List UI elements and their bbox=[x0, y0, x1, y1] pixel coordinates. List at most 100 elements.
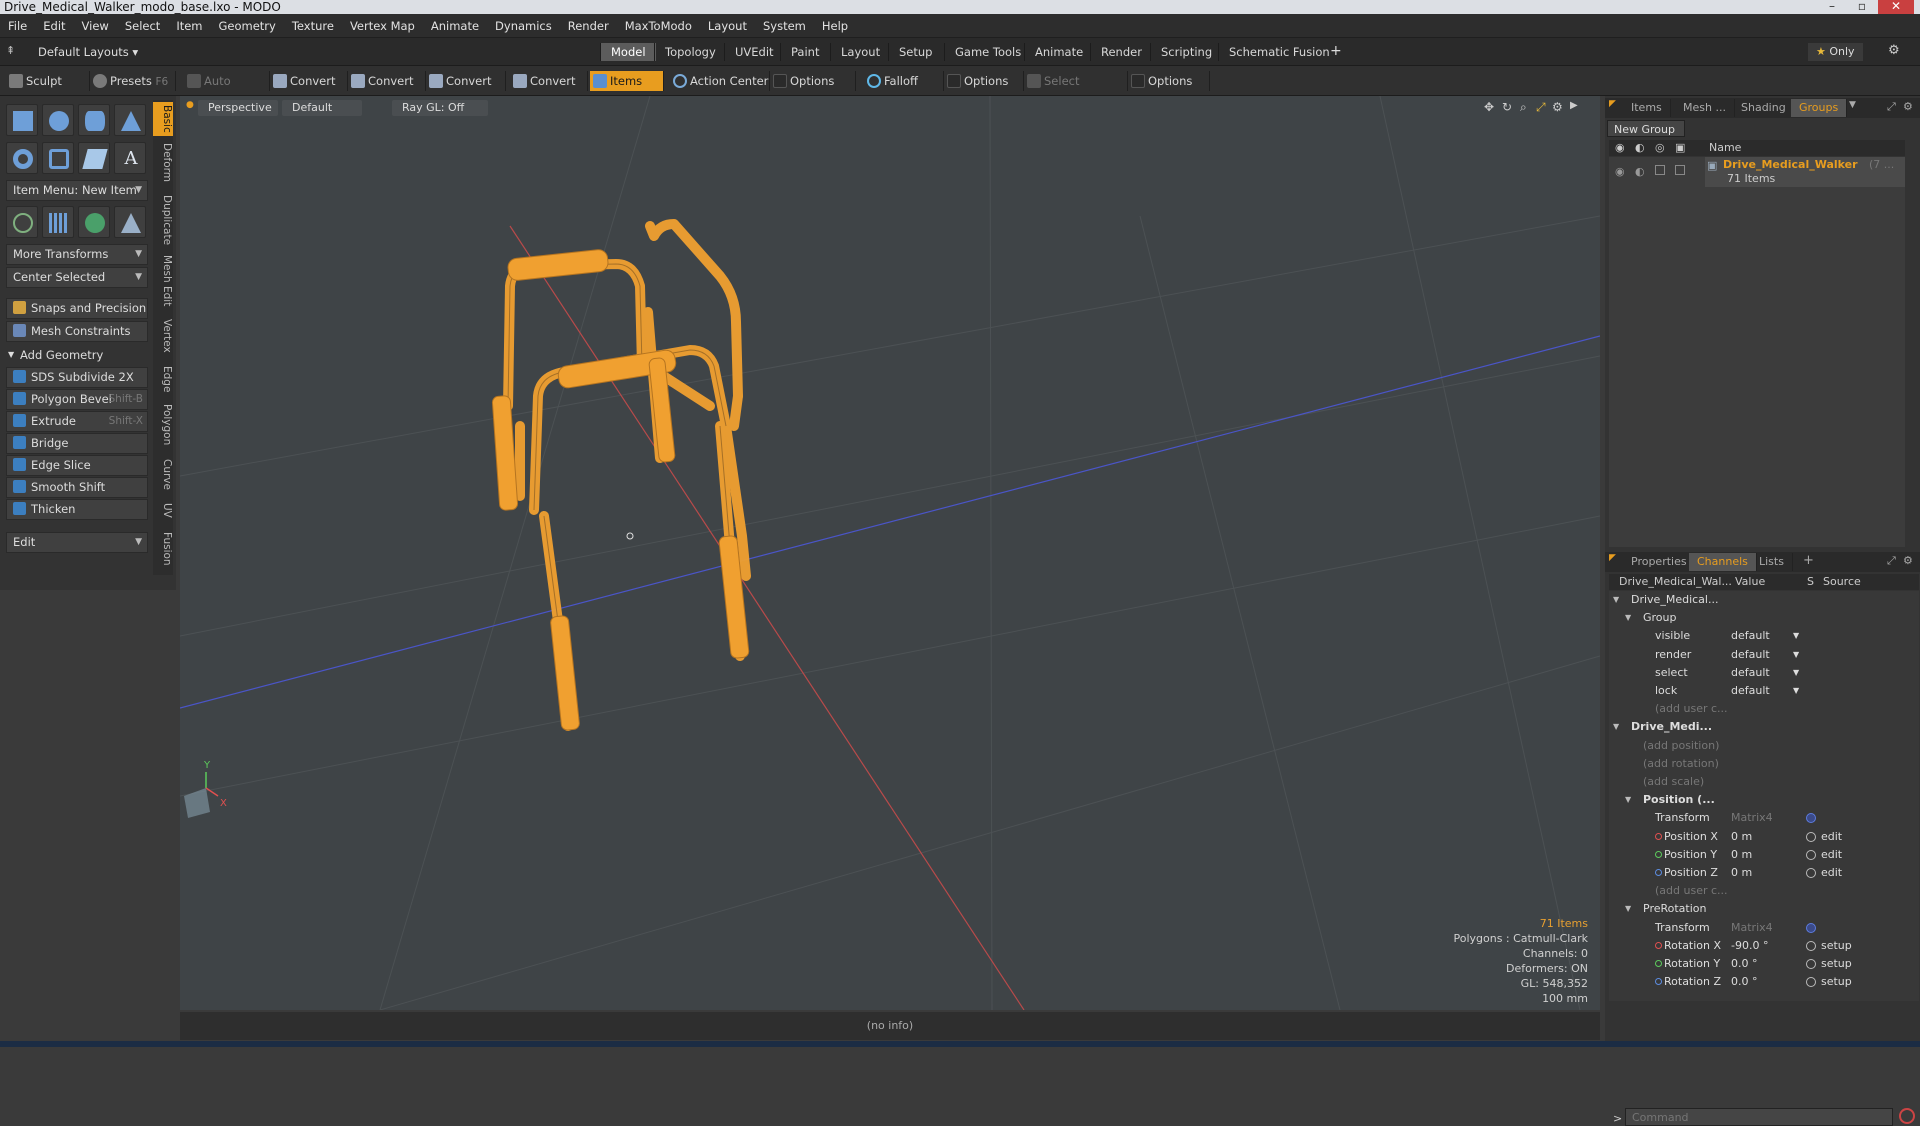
eye-icon[interactable]: ◉ bbox=[1615, 140, 1625, 156]
panel-settings-icon[interactable]: ⚙ bbox=[1903, 554, 1913, 567]
center-selected-dropdown[interactable]: Center Selected ▼ bbox=[6, 267, 148, 288]
row-select-checkbox[interactable] bbox=[1655, 165, 1665, 175]
menu-view[interactable]: View bbox=[74, 14, 117, 38]
cylinder-tool-button[interactable] bbox=[78, 104, 110, 136]
tab-mesh[interactable]: Mesh ... bbox=[1675, 99, 1735, 117]
options-button-1[interactable]: Options bbox=[770, 71, 856, 91]
channel-row[interactable]: (add user c... bbox=[1609, 882, 1919, 900]
side-tab-deform[interactable]: Deform bbox=[153, 142, 173, 184]
falloff-button[interactable]: Falloff bbox=[864, 71, 944, 91]
command-input[interactable] bbox=[1625, 1108, 1893, 1126]
maximize-icon[interactable]: ▫ bbox=[1848, 0, 1876, 14]
render-icon[interactable]: ◐ bbox=[1635, 140, 1645, 156]
grid-tool-button[interactable] bbox=[42, 206, 74, 238]
convert-button-3[interactable]: Convert bbox=[426, 71, 506, 91]
tab-properties[interactable]: Properties bbox=[1623, 553, 1696, 571]
triangle-down-icon[interactable]: ▼ bbox=[1625, 900, 1631, 918]
tab-model[interactable]: Model bbox=[600, 43, 656, 61]
state-indicator-icon[interactable] bbox=[1806, 868, 1816, 878]
close-icon[interactable]: ✕ bbox=[1878, 0, 1914, 14]
state-indicator-icon[interactable] bbox=[1806, 922, 1816, 933]
menu-layout[interactable]: Layout bbox=[700, 14, 755, 38]
channel-value[interactable]: default bbox=[1731, 664, 1770, 682]
chevron-down-icon[interactable]: ▼ bbox=[1793, 627, 1799, 645]
menu-texture[interactable]: Texture bbox=[284, 14, 342, 38]
row-render-icon[interactable]: ◐ bbox=[1635, 165, 1645, 178]
pen-tool-button[interactable] bbox=[78, 142, 110, 174]
menu-help[interactable]: Help bbox=[814, 14, 856, 38]
edge-slice-button[interactable]: Edge Slice bbox=[6, 455, 148, 476]
chevron-down-icon[interactable]: ▼ bbox=[1793, 646, 1799, 664]
tab-channels[interactable]: Channels bbox=[1689, 553, 1757, 571]
side-tab-curve[interactable]: Curve bbox=[153, 456, 173, 492]
channel-value[interactable]: 0 m bbox=[1731, 864, 1752, 882]
channel-row[interactable]: Position Y 0 m edit bbox=[1609, 846, 1919, 864]
group-row[interactable]: ▣ Drive_Medical_Walker (7 ... 71 Items bbox=[1705, 157, 1905, 187]
cone-tool-button[interactable] bbox=[114, 104, 146, 136]
convert-button-1[interactable]: Convert bbox=[270, 71, 348, 91]
state-indicator-icon[interactable] bbox=[1806, 831, 1816, 842]
menu-animate[interactable]: Animate bbox=[423, 14, 487, 38]
row-lock-checkbox[interactable] bbox=[1675, 165, 1685, 175]
select-through-button[interactable]: Select Through bbox=[1024, 71, 1128, 108]
action-center-button[interactable]: Action Center bbox=[670, 71, 770, 91]
panel-menu-icon[interactable]: ◤ bbox=[1609, 553, 1616, 563]
menu-system[interactable]: System bbox=[755, 14, 814, 38]
menu-render[interactable]: Render bbox=[560, 14, 617, 38]
channel-value[interactable]: 0.0 ° bbox=[1731, 955, 1758, 973]
item-menu-dropdown[interactable]: Item Menu: New Item ▼ bbox=[6, 180, 148, 201]
triangle-down-icon[interactable]: ▼ bbox=[1613, 718, 1619, 736]
channel-value[interactable]: Matrix4 bbox=[1731, 919, 1773, 937]
side-tab-basic[interactable]: Basic bbox=[153, 102, 173, 136]
channel-row[interactable]: (add position) bbox=[1609, 737, 1919, 755]
side-tab-uv[interactable]: UV bbox=[153, 498, 173, 522]
pyramid-tool-button[interactable] bbox=[114, 206, 146, 238]
channel-value[interactable]: 0 m bbox=[1731, 846, 1752, 864]
channel-row[interactable]: select default ▼ bbox=[1609, 664, 1919, 682]
tab-paint[interactable]: Paint bbox=[780, 43, 829, 61]
side-tab-duplicate[interactable]: Duplicate bbox=[153, 194, 173, 246]
minimize-icon[interactable]: – bbox=[1818, 0, 1846, 14]
polygon-bevel-button[interactable]: Polygon Bevel Shift-B bbox=[6, 389, 148, 410]
channel-value[interactable]: default bbox=[1731, 682, 1770, 700]
state-indicator-icon[interactable] bbox=[1806, 977, 1816, 988]
state-indicator-icon[interactable] bbox=[1806, 940, 1816, 951]
channel-row[interactable]: Position X 0 m edit bbox=[1609, 828, 1919, 846]
pop-out-icon[interactable]: ⤢ bbox=[1887, 554, 1896, 568]
tab-shading[interactable]: Shading bbox=[1733, 99, 1795, 117]
cube-tool-button[interactable] bbox=[6, 104, 38, 136]
channel-value[interactable]: default bbox=[1731, 627, 1770, 645]
side-tab-mesh-edit[interactable]: Mesh Edit bbox=[153, 254, 173, 308]
options-button-3[interactable]: Options bbox=[1128, 71, 1210, 91]
text-tool-button[interactable]: A bbox=[114, 142, 146, 174]
only-toggle[interactable]: ★ Only bbox=[1808, 43, 1863, 61]
channel-row[interactable]: (add scale) bbox=[1609, 773, 1919, 791]
channel-row[interactable]: Transform Matrix4 bbox=[1609, 919, 1919, 937]
lock-icon[interactable]: ▣ bbox=[1675, 140, 1685, 156]
torus-tool-button[interactable] bbox=[6, 142, 38, 174]
gear-icon[interactable]: ⚙ bbox=[1888, 43, 1900, 58]
chevron-down-icon[interactable]: ▼ bbox=[1849, 100, 1856, 110]
tab-topology[interactable]: Topology bbox=[654, 43, 726, 61]
channel-row[interactable]: ▼ Drive_Medi... bbox=[1609, 718, 1919, 736]
transform-tool-button[interactable] bbox=[6, 206, 38, 238]
select-icon[interactable]: ◎ bbox=[1655, 140, 1665, 156]
tab-groups[interactable]: Groups bbox=[1791, 99, 1848, 117]
record-icon[interactable] bbox=[1899, 1108, 1915, 1124]
channel-row[interactable]: Position Z 0 m edit bbox=[1609, 864, 1919, 882]
tab-scripting[interactable]: Scripting bbox=[1150, 43, 1222, 61]
channel-row[interactable]: ▼ PreRotation bbox=[1609, 900, 1919, 918]
menu-select[interactable]: Select bbox=[117, 14, 168, 38]
panel-menu-icon[interactable]: ◤ bbox=[1609, 99, 1616, 109]
tab-game-tools[interactable]: Game Tools bbox=[944, 43, 1031, 61]
layout-menu-icon[interactable]: ⇞ bbox=[6, 44, 15, 57]
new-group-button[interactable]: New Group bbox=[1607, 120, 1685, 137]
side-tab-polygon[interactable]: Polygon bbox=[153, 402, 173, 448]
tab-layout[interactable]: Layout bbox=[830, 43, 890, 61]
sds-subdivide-button[interactable]: SDS Subdivide 2X bbox=[6, 367, 148, 388]
channel-row[interactable]: render default ▼ bbox=[1609, 646, 1919, 664]
thicken-button[interactable]: Thicken bbox=[6, 499, 148, 520]
channel-row[interactable]: ▼ Drive_Medical... bbox=[1609, 591, 1919, 609]
options-button-2[interactable]: Options bbox=[944, 71, 1024, 91]
channel-row[interactable]: Rotation Z 0.0 ° setup bbox=[1609, 973, 1919, 991]
